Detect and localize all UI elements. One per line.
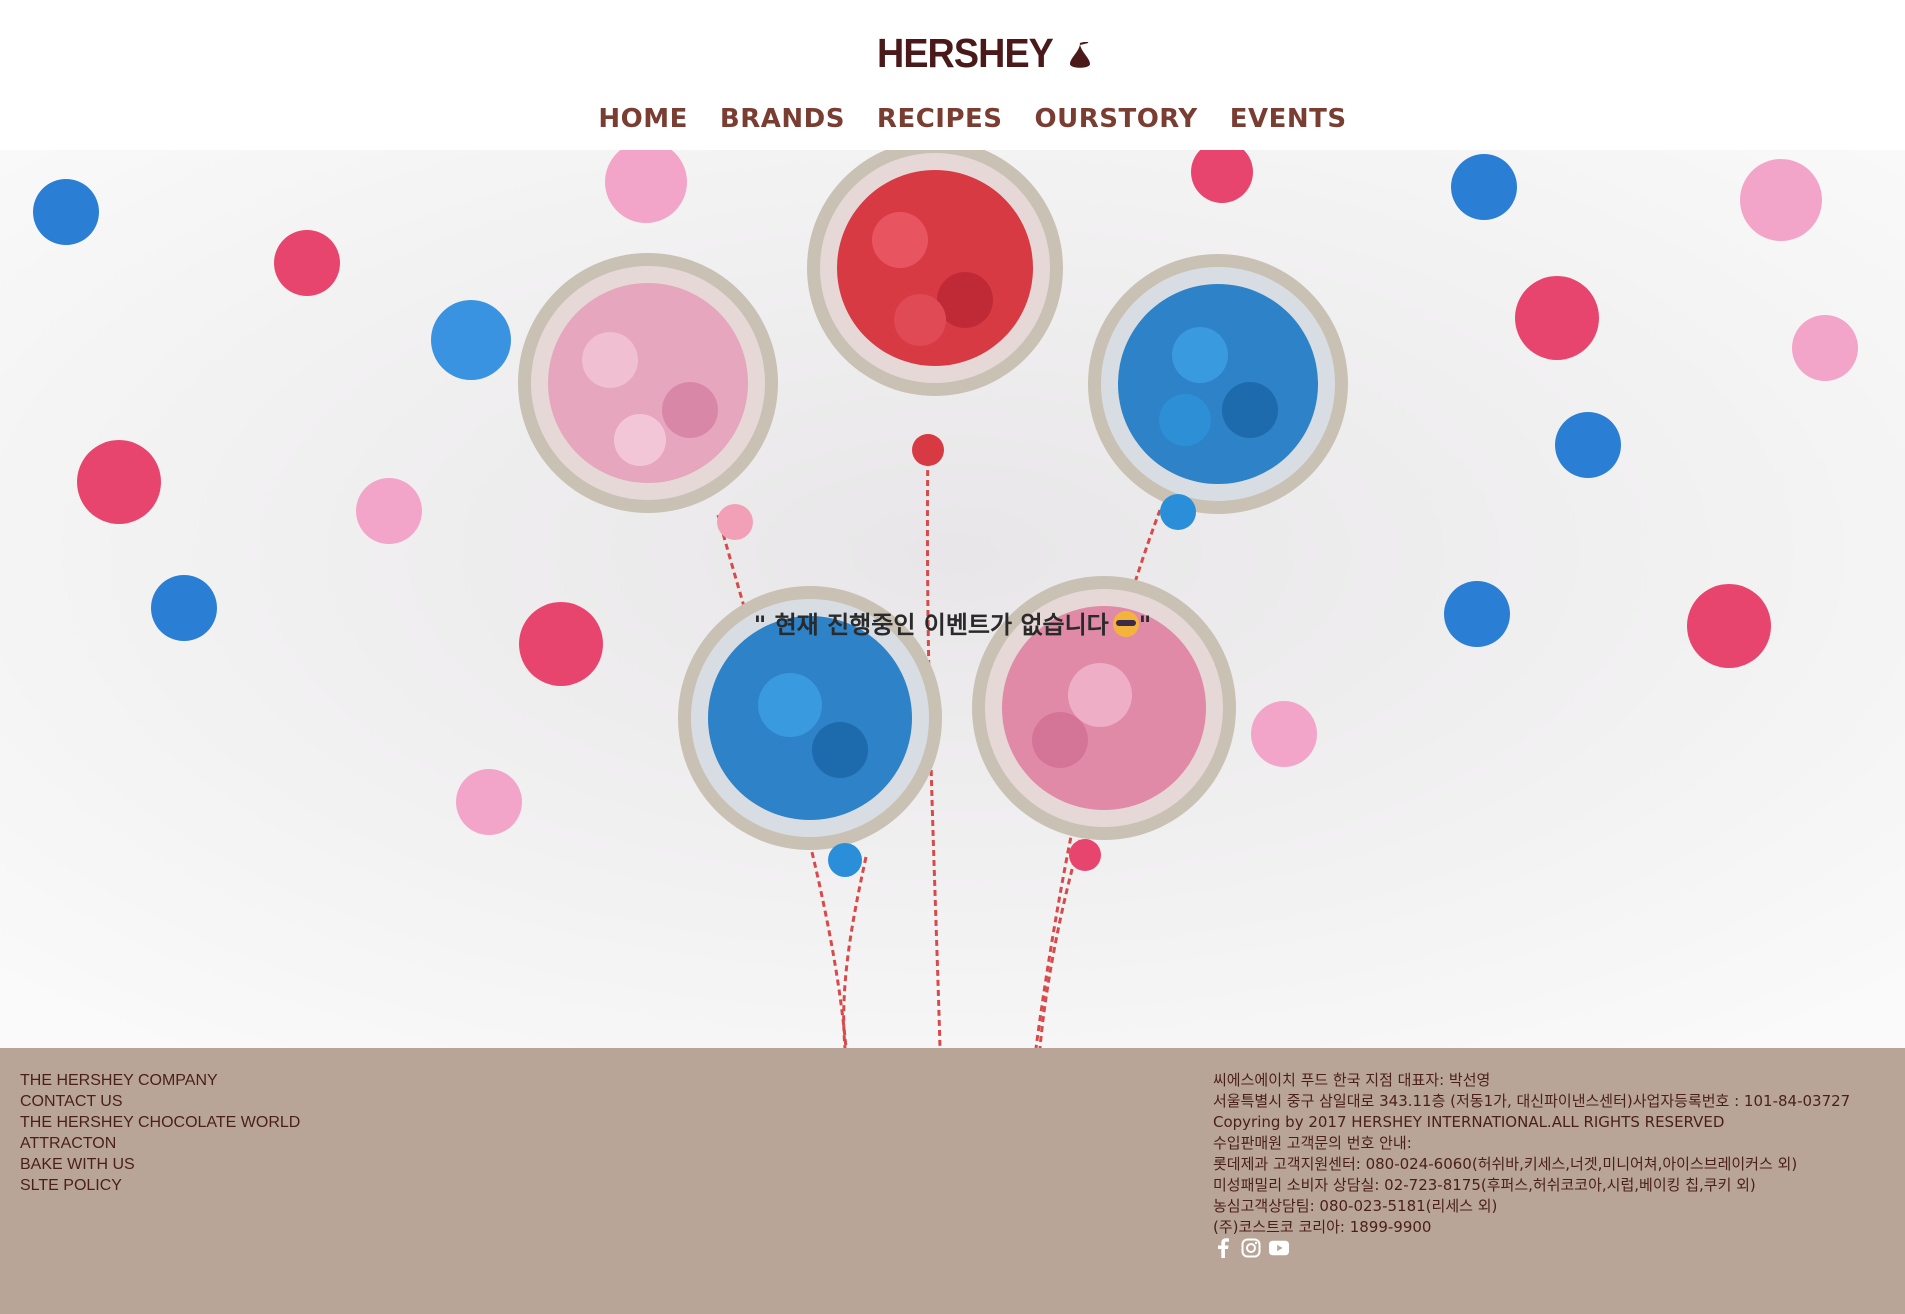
kiss-icon: [1070, 41, 1091, 68]
info-line: Copyring by 2017 HERSHEY INTERNATIONAL.A…: [1213, 1113, 1725, 1131]
facebook-icon[interactable]: [1213, 1238, 1233, 1258]
nav-home[interactable]: HOME: [598, 104, 688, 134]
footer-links: THE HERSHEY COMPANY CONTACT US THE HERSH…: [20, 1070, 300, 1196]
youtube-icon[interactable]: [1269, 1238, 1289, 1258]
logo-text: HERSHEY: [877, 30, 1054, 76]
hershey-logo[interactable]: HERSHEY: [877, 30, 1094, 77]
nav-ourstory[interactable]: OURSTORY: [1035, 104, 1198, 134]
no-event-text-end: ": [1138, 611, 1152, 639]
info-line: 수입판매원 고객문의 번호 안내:: [1213, 1134, 1412, 1152]
instagram-icon[interactable]: [1241, 1238, 1261, 1258]
footer-link-bake-with-us[interactable]: BAKE WITH US: [20, 1154, 300, 1175]
company-info: 씨에스에이치 푸드 한국 지점 대표자: 박선영 서울특별시 중구 삼일대로 3…: [1213, 1070, 1850, 1238]
nav-brands[interactable]: BRANDS: [720, 104, 845, 134]
info-line: 롯데제과 고객지원센터: 080-024-6060(허쉬바,키세스,너겟,미니어…: [1213, 1155, 1798, 1173]
info-line: 농심고객상담팀: 080-023-5181(리세스 외): [1213, 1197, 1498, 1215]
nav-recipes[interactable]: RECIPES: [877, 104, 1003, 134]
info-line: 씨에스에이치 푸드 한국 지점 대표자: 박선영: [1213, 1071, 1491, 1089]
hero-banner: " 현재 진행중인 이벤트가 없습니다 ": [0, 150, 1905, 1048]
footer-link-site-policy[interactable]: SLTE POLICY: [20, 1175, 300, 1196]
nav-events[interactable]: EVENTS: [1230, 104, 1347, 134]
hero-image: [0, 150, 1905, 1048]
social-links: [1213, 1238, 1289, 1258]
site-footer: THE HERSHEY COMPANY CONTACT US THE HERSH…: [0, 1048, 1905, 1314]
footer-link-attraction[interactable]: ATTRACTON: [20, 1133, 300, 1154]
no-event-message: " 현재 진행중인 이벤트가 없습니다 ": [0, 605, 1905, 640]
cool-face-emoji-icon: [1112, 611, 1139, 637]
no-event-text: " 현재 진행중인 이벤트가 없습니다: [753, 611, 1109, 639]
info-line: (주)코스트코 코리아: 1899-9900: [1213, 1218, 1432, 1236]
jar-pink-left: [518, 253, 778, 513]
site-header: HERSHEY HOME BRANDS RECIPES OURSTORY EVE…: [0, 0, 1905, 150]
footer-link-contact-us[interactable]: CONTACT US: [20, 1091, 300, 1112]
info-line: 서울특별시 중구 삼일대로 343.11층 (저동1가, 대신파이낸스센터)사업…: [1213, 1092, 1851, 1110]
footer-link-hershey-company[interactable]: THE HERSHEY COMPANY: [20, 1070, 300, 1091]
main-nav: HOME BRANDS RECIPES OURSTORY EVENTS: [0, 104, 1905, 134]
info-line: 미성패밀리 소비자 상담실: 02-723-8175(후퍼스,허쉬코코아,시럽,…: [1213, 1176, 1756, 1194]
footer-link-chocolate-world[interactable]: THE HERSHEY CHOCOLATE WORLD: [20, 1112, 300, 1133]
